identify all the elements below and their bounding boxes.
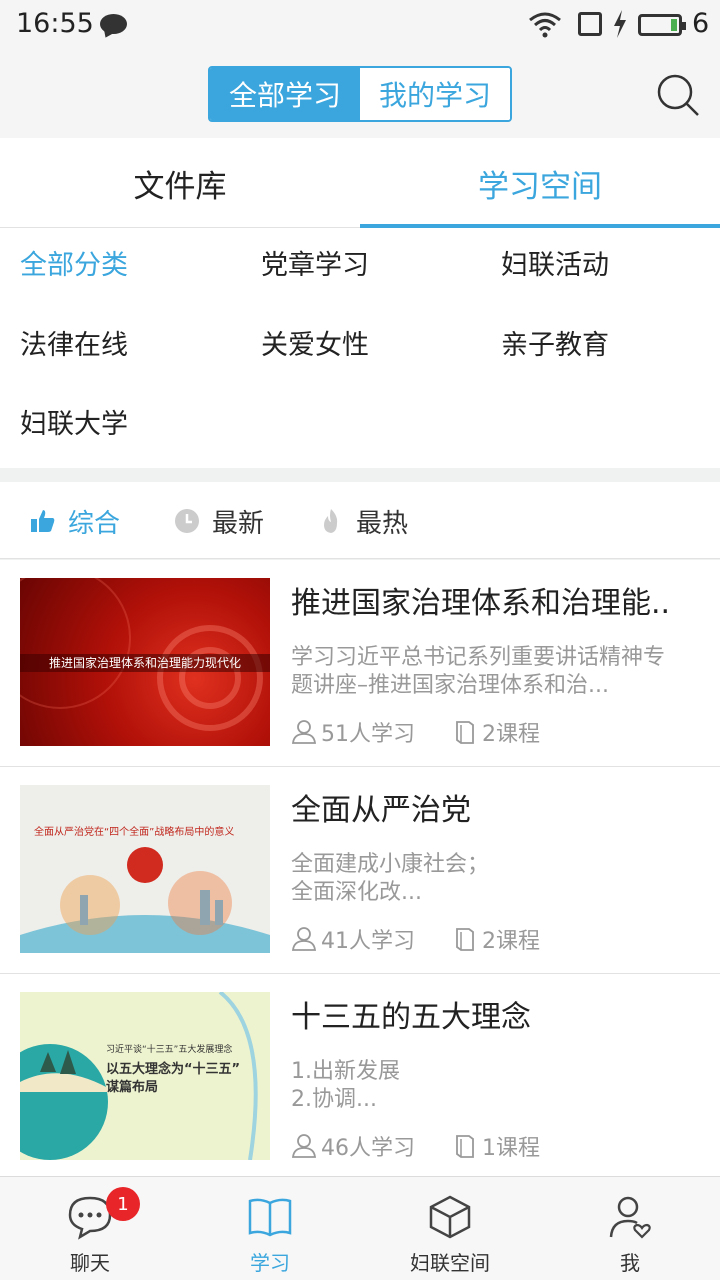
lesson-count-text: 2课程 (482, 722, 540, 747)
lesson-count: 1课程 (452, 1130, 540, 1162)
course-title: 十三五的五大理念 (291, 1000, 531, 1035)
charging-icon (614, 10, 626, 38)
lesson-count-text: 1课程 (482, 1136, 540, 1161)
description-line: 全面深化改... (291, 880, 422, 905)
nav-chat[interactable]: 1 聊天 (0, 1177, 180, 1280)
nav-womens-federation-space[interactable]: 妇联空间 (360, 1177, 540, 1280)
learner-count-text: 41人学习 (321, 929, 415, 954)
description-line: 2.协调... (291, 1087, 377, 1112)
book-outline-icon (456, 721, 474, 744)
all-learning-button[interactable]: 全部学习 (210, 68, 360, 120)
nav-label: 我 (620, 1251, 640, 1275)
description-line: 学习习近平总书记系列重要讲话精神专 (291, 645, 666, 670)
lesson-count: 2课程 (452, 923, 540, 955)
description-line: 1.出新发展 (291, 1059, 400, 1084)
course-description: 全面建成小康社会； 全面深化改... (291, 851, 703, 907)
category-care-for-women[interactable]: 关爱女性 (261, 326, 369, 366)
book-outline-icon (456, 928, 474, 951)
main-tabs: 文件库 学习空间 (0, 138, 720, 228)
sort-bar: 综合 最新 最热 (0, 482, 720, 559)
category-party-constitution[interactable]: 党章学习 (261, 246, 369, 286)
learning-scope-switch: 全部学习 我的学习 (208, 66, 512, 122)
learner-count: 41人学习 (291, 923, 415, 955)
learner-count-text: 51人学习 (321, 722, 415, 747)
status-time: 16:55 (16, 8, 94, 39)
tab-learning-space[interactable]: 学习空间 (360, 138, 720, 228)
thumbs-up-icon (31, 510, 55, 532)
course-title: 全面从严治党 (291, 793, 471, 828)
lesson-count-text: 2课程 (482, 929, 540, 954)
course-list: 推进国家治理体系和治理能力现代化 推进国家治理体系和治理能.. 学习习近平总书记… (0, 560, 720, 1176)
description-line: 全面建成小康社会； (291, 852, 490, 877)
course-item[interactable]: 习近平谈“十三五”五大发展理念 以五大理念为“十三五” 谋篇布局 十三五的五大理… (0, 974, 720, 1176)
learner-count-text: 46人学习 (321, 1136, 415, 1161)
category-womens-federation-university[interactable]: 妇联大学 (20, 405, 128, 445)
learner-count: 51人学习 (291, 716, 415, 748)
book-icon (248, 1198, 292, 1237)
thumbnail-pattern (20, 847, 270, 953)
course-description: 学习习近平总书记系列重要讲话精神专 题讲座–推进国家治理体系和治... (291, 644, 703, 700)
thumbnail-caption: 推进国家治理体系和治理能力现代化 (20, 654, 270, 672)
nav-label: 聊天 (70, 1251, 110, 1275)
category-womens-federation-activities[interactable]: 妇联活动 (501, 246, 609, 286)
cube-icon (429, 1195, 471, 1239)
thumbnail-caption: 习近平谈“十三五”五大发展理念 (106, 1045, 233, 1055)
category-filter: 全部分类 党章学习 妇联活动 法律在线 关爱女性 亲子教育 妇联大学 (0, 228, 720, 468)
clock-icon (175, 509, 199, 533)
course-item[interactable]: 推进国家治理体系和治理能力现代化 推进国家治理体系和治理能.. 学习习近平总书记… (0, 560, 720, 767)
user-heart-icon (609, 1196, 651, 1239)
bottom-nav: 1 聊天 学习 妇联空间 我 (0, 1176, 720, 1280)
search-icon[interactable] (655, 72, 701, 118)
person-icon (291, 1134, 317, 1158)
nav-me[interactable]: 我 (540, 1177, 720, 1280)
thumbnail-caption: 以五大理念为“十三五” (106, 1062, 241, 1077)
course-title: 推进国家治理体系和治理能.. (291, 586, 671, 621)
sort-label: 最热 (356, 508, 409, 539)
my-learning-button[interactable]: 我的学习 (360, 68, 510, 120)
thumbnail-caption: 谋篇布局 (106, 1080, 159, 1095)
description-line: 题讲座–推进国家治理体系和治... (291, 673, 609, 698)
message-notification-icon (100, 14, 127, 34)
nav-label: 学习 (250, 1251, 290, 1275)
category-law-online[interactable]: 法律在线 (20, 326, 128, 366)
course-thumbnail: 全面从严治党在“四个全面”战略布局中的意义 (20, 785, 270, 953)
nav-label: 妇联空间 (410, 1251, 490, 1275)
top-header: 全部学习 我的学习 (0, 50, 720, 138)
status-bar: 16:55 6 (0, 0, 720, 50)
battery-icon (638, 14, 686, 36)
category-parenting-education[interactable]: 亲子教育 (501, 326, 609, 366)
tab-file-library[interactable]: 文件库 (0, 138, 360, 228)
lesson-count: 2课程 (452, 716, 540, 748)
sort-comprehensive[interactable]: 综合 (30, 502, 120, 540)
course-thumbnail: 习近平谈“十三五”五大发展理念 以五大理念为“十三五” 谋篇布局 (20, 992, 270, 1160)
wifi-icon (529, 12, 561, 38)
flame-icon (324, 509, 338, 533)
person-icon (291, 927, 317, 951)
course-description: 1.出新发展 2.协调... (291, 1058, 703, 1114)
unread-badge: 1 (106, 1187, 140, 1221)
course-thumbnail: 推进国家治理体系和治理能力现代化 (20, 578, 270, 746)
person-icon (291, 720, 317, 744)
battery-level: 6 (692, 8, 710, 39)
learner-count: 46人学习 (291, 1130, 415, 1162)
book-outline-icon (456, 1135, 474, 1158)
nav-learning[interactable]: 学习 (180, 1177, 360, 1280)
sort-hottest[interactable]: 最热 (318, 502, 408, 540)
screen-rotate-icon (578, 12, 602, 36)
category-all[interactable]: 全部分类 (20, 246, 128, 286)
sort-newest[interactable]: 最新 (174, 502, 264, 540)
sort-label: 综合 (68, 508, 121, 539)
course-item[interactable]: 全面从严治党在“四个全面”战略布局中的意义 全面从严治党 全面建成小康社会； 全… (0, 767, 720, 974)
sort-label: 最新 (212, 508, 265, 539)
